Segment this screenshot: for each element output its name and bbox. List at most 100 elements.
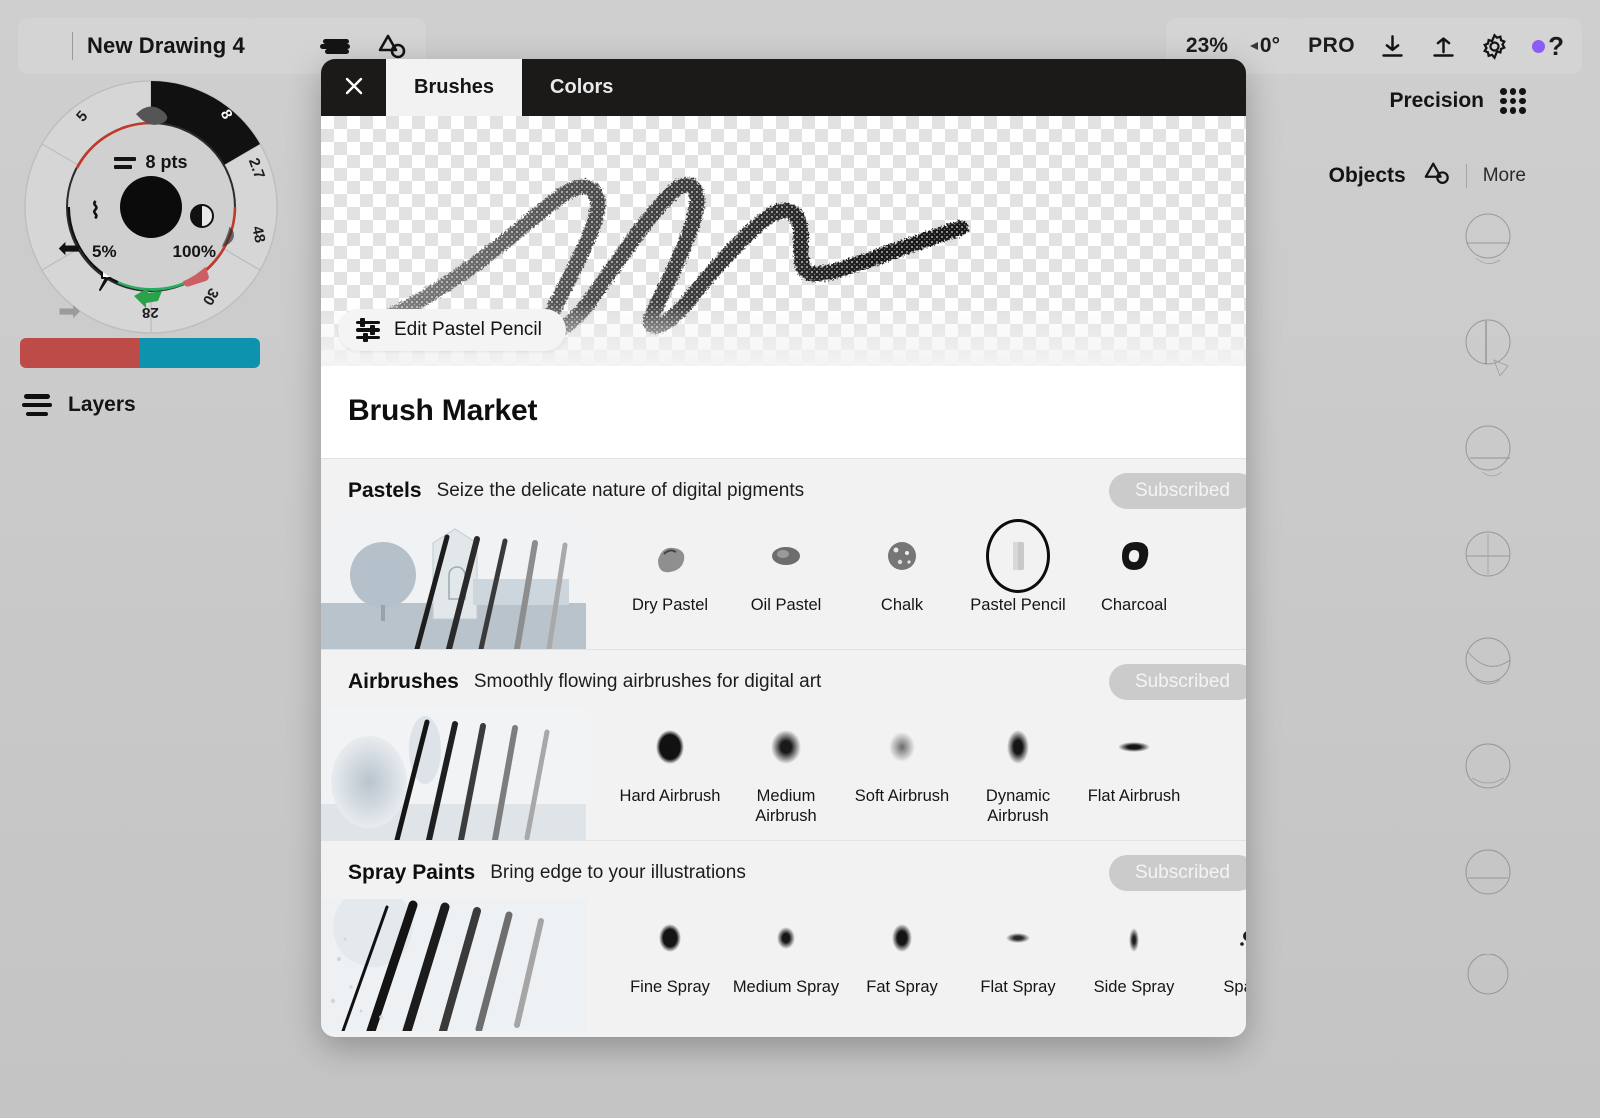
pro-badge[interactable]: PRO <box>1308 34 1355 58</box>
modal-header: Brushes Colors <box>321 59 1246 116</box>
section-artwork-thumbnail[interactable] <box>321 517 586 649</box>
object-thumbnail[interactable] <box>1442 530 1534 588</box>
brush-fat-spray[interactable]: Fat Spray <box>844 899 960 997</box>
dots-grid-icon[interactable] <box>268 33 294 59</box>
brush-label: Medium Airbrush <box>755 787 817 826</box>
brush-soft-airbrush[interactable]: Soft Airbrush <box>844 708 960 806</box>
brush-glyph <box>1217 907 1246 969</box>
undo-icon[interactable]: ⬅ <box>58 233 81 264</box>
layers-stack-icon[interactable] <box>320 34 350 58</box>
objects-thumbnail-list <box>1428 212 1548 1012</box>
brush-label: Hard Airbrush <box>619 787 721 805</box>
tab-colors[interactable]: Colors <box>522 59 641 116</box>
brush-chalk[interactable]: Chalk <box>844 517 960 615</box>
download-icon[interactable] <box>1379 33 1406 60</box>
brush-glyph <box>753 525 819 587</box>
objects-label: Objects <box>1328 163 1406 187</box>
help-icon[interactable]: ? <box>1532 33 1564 59</box>
brush-glyph <box>637 716 703 778</box>
brush-medium-airbrush[interactable]: Medium Airbrush <box>728 708 844 826</box>
brush-dynamic-airbrush[interactable]: Dynamic Airbrush <box>960 708 1076 826</box>
grid-4-icon[interactable] <box>32 33 58 59</box>
object-thumbnail[interactable] <box>1442 212 1534 270</box>
section-pastels: Pastels Seize the delicate nature of dig… <box>321 458 1246 649</box>
brush-glyph <box>985 519 1051 593</box>
precision-grid-icon[interactable] <box>1500 88 1526 114</box>
brush-medium-spray[interactable]: Medium Spray <box>728 899 844 997</box>
brush-label: Fat Spray <box>866 978 938 996</box>
zoom-level[interactable]: 23% <box>1186 34 1228 58</box>
brush-label: Soft Airbrush <box>854 787 950 805</box>
redo-icon[interactable]: ➡ <box>58 296 81 327</box>
precision-button[interactable]: Precision <box>1389 88 1526 114</box>
subscribed-badge[interactable]: Subscribed <box>1108 855 1246 891</box>
brush-list: Dry Pastel Oil Pastel Chalk Pastel Penci… <box>586 517 1246 649</box>
account-tools-group: PRO ? <box>1290 18 1582 74</box>
wheel-center-hole[interactable] <box>120 176 182 238</box>
edit-brush-label: Edit Pastel Pencil <box>394 319 542 340</box>
app-root: New Drawing 4 23% 0° PRO ? 5 8 2.7 48 30… <box>0 0 1600 1118</box>
brush-flat-airbrush[interactable]: Flat Airbrush <box>1076 708 1192 806</box>
shape-node-icon[interactable] <box>1422 160 1450 191</box>
help-question-mark: ? <box>1548 31 1564 61</box>
section-body: Dry Pastel Oil Pastel Chalk Pastel Penci… <box>321 517 1246 649</box>
brush-label: Pastel Pencil <box>970 596 1066 614</box>
brush-flat-spray[interactable]: Flat Spray <box>960 899 1076 997</box>
brush-charcoal[interactable]: Charcoal <box>1076 517 1192 615</box>
object-thumbnail[interactable] <box>1442 636 1534 694</box>
shape-node-icon[interactable] <box>376 32 406 60</box>
brush-label: Spatter <box>1223 978 1246 996</box>
subscribed-badge[interactable]: Subscribed <box>1108 473 1246 509</box>
object-thumbnail[interactable] <box>1442 848 1534 906</box>
object-thumbnail[interactable] <box>1442 954 1534 1012</box>
brush-label: Charcoal <box>1100 596 1168 614</box>
brush-fine-spray[interactable]: Fine Spray <box>612 899 728 997</box>
precision-label: Precision <box>1389 89 1484 112</box>
brush-list: Fine Spray Medium Spray Fat Spray Flat S… <box>586 899 1246 1031</box>
brush-settings-wheel[interactable]: 5 8 2.7 48 30 28 8 pts ⌇ 5% 100% ⬅ ➡ <box>22 78 280 336</box>
brush-size-row: 8 pts <box>70 152 232 173</box>
document-title[interactable]: New Drawing 4 <box>87 33 245 59</box>
brush-label: Dynamic Airbrush <box>985 787 1051 826</box>
section-artwork-thumbnail[interactable] <box>321 899 586 1031</box>
object-thumbnail[interactable] <box>1442 742 1534 800</box>
brush-hard-airbrush[interactable]: Hard Airbrush <box>612 708 728 806</box>
page-title: Brush Market <box>348 394 538 427</box>
section-description: Seize the delicate nature of digital pig… <box>436 480 805 501</box>
tab-brushes[interactable]: Brushes <box>386 59 523 116</box>
upload-icon[interactable] <box>1430 33 1457 60</box>
brush-glyph <box>1101 525 1167 587</box>
brush-glyph <box>637 907 703 969</box>
wheel-inner-dial[interactable]: 8 pts ⌇ 5% 100% <box>70 126 232 288</box>
section-spray-paints: Spray Paints Bring edge to your illustra… <box>321 840 1246 1031</box>
layers-label: Layers <box>68 393 136 416</box>
layers-button[interactable]: Layers <box>22 386 136 424</box>
brush-pastel-pencil[interactable]: Pastel Pencil <box>960 517 1076 615</box>
divider <box>72 32 73 60</box>
object-thumbnail[interactable] <box>1442 424 1534 482</box>
swatch-secondary[interactable] <box>140 338 260 368</box>
brush-oil-pastel[interactable]: Oil Pastel <box>728 517 844 615</box>
section-body: Fine Spray Medium Spray Fat Spray Flat S… <box>321 899 1246 1031</box>
section-header: Airbrushes Smoothly flowing airbrushes f… <box>321 650 1246 708</box>
section-description: Smoothly flowing airbrushes for digital … <box>473 671 822 692</box>
brush-dry-pastel[interactable]: Dry Pastel <box>612 517 728 615</box>
edit-brush-button[interactable]: Edit Pastel Pencil <box>338 309 566 351</box>
brush-glyph <box>1101 716 1167 778</box>
brush-side-spray[interactable]: Side Spray <box>1076 899 1192 997</box>
swatch-primary[interactable] <box>20 338 140 368</box>
angle-icon <box>1249 42 1258 50</box>
more-button[interactable]: More <box>1483 165 1526 187</box>
brush-spatter[interactable]: Spatter <box>1192 899 1246 997</box>
brush-stroke-preview[interactable]: Edit Pastel Pencil <box>321 116 1246 366</box>
close-button[interactable] <box>321 59 386 116</box>
brush-label: Side Spray <box>1093 978 1175 996</box>
gear-icon[interactable] <box>1481 32 1508 60</box>
color-swatch-bar[interactable] <box>20 338 260 368</box>
subscribed-badge[interactable]: Subscribed <box>1108 664 1246 700</box>
rotation-value[interactable]: 0° <box>1249 34 1280 58</box>
section-artwork-thumbnail[interactable] <box>321 708 586 840</box>
layers-icon <box>22 394 52 416</box>
object-thumbnail[interactable] <box>1442 318 1534 376</box>
jitter-icon: ⌇ <box>90 198 101 223</box>
